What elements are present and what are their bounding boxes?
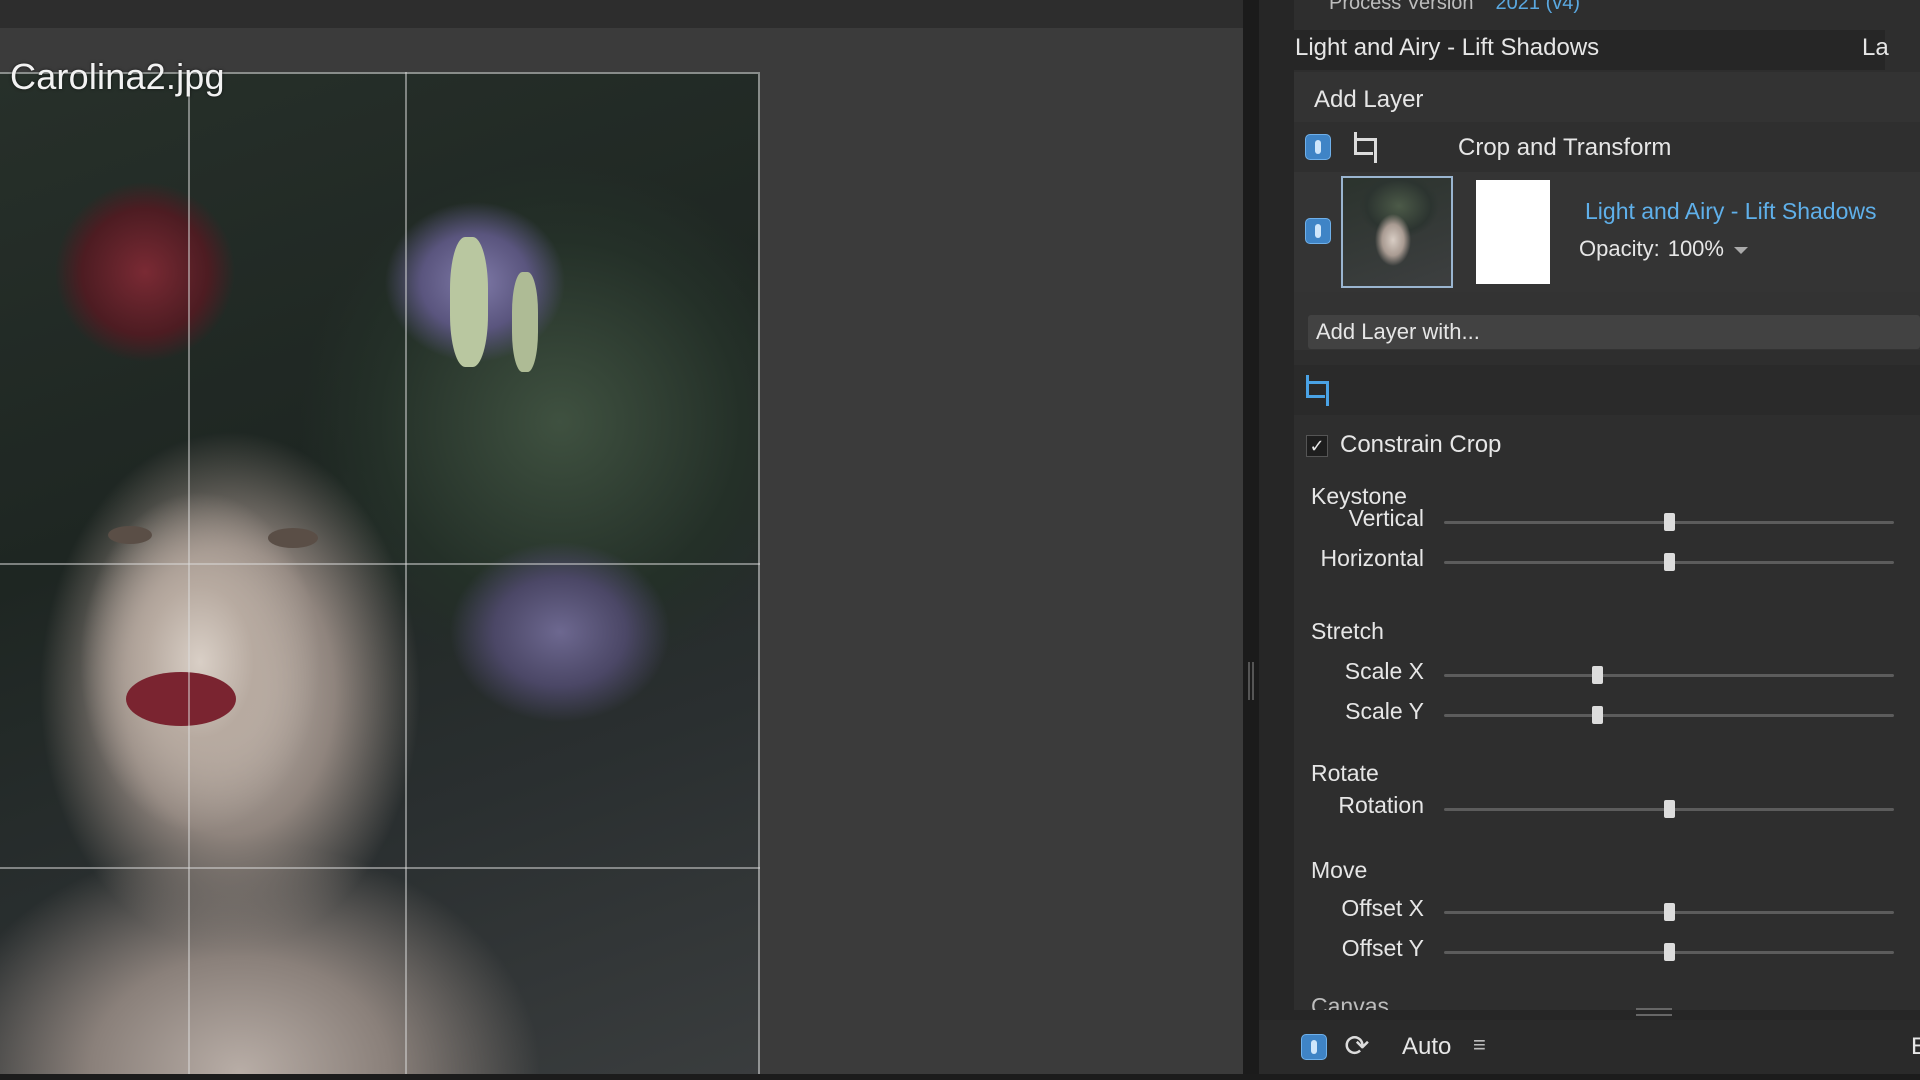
- constrain-crop-label: Constrain Crop: [1340, 431, 1502, 458]
- slider-track-offset-y[interactable]: [1444, 943, 1894, 961]
- layer-thumbnail[interactable]: [1341, 176, 1453, 288]
- auto-button[interactable]: Auto: [1402, 1033, 1451, 1061]
- slider-handle-scale-x[interactable]: [1592, 666, 1603, 684]
- viewer-top-bar: [0, 0, 1243, 28]
- crop-transform-controls: ✓ Constrain Crop Keystone Stretch Rotate…: [1294, 415, 1920, 1010]
- group-label-move: Move: [1311, 857, 1368, 883]
- panel-footer: ⟳ Auto ≡ E: [1259, 1020, 1920, 1074]
- splitter-grip-icon[interactable]: [1248, 662, 1254, 700]
- process-version-value[interactable]: 2021 (v4): [1496, 0, 1581, 14]
- slider-handle-horizontal[interactable]: [1664, 553, 1675, 571]
- adjustments-panel: Process Version 2021 (v4) Light and Airy …: [1259, 0, 1920, 1080]
- process-version-row[interactable]: Process Version 2021 (v4): [1329, 0, 1580, 15]
- slider-label-rotation: Rotation: [1338, 792, 1424, 818]
- image-filename: Carolina2.jpg: [10, 56, 225, 97]
- menu-icon[interactable]: ≡: [1473, 1032, 1486, 1058]
- panel-splitter[interactable]: [1243, 0, 1259, 1080]
- add-layer-with-label: Add Layer with...: [1316, 319, 1480, 344]
- photo-eye-right: [268, 528, 318, 548]
- slider-label-offset-x: Offset X: [1341, 895, 1424, 921]
- photo-eye-left: [108, 526, 152, 544]
- slider-handle-rotation[interactable]: [1664, 800, 1675, 818]
- slider-handle-scale-y[interactable]: [1592, 706, 1603, 724]
- photo-flower-bud-2: [512, 272, 538, 372]
- slider-label-offset-y: Offset Y: [1341, 935, 1424, 961]
- photo-flower-bud: [450, 237, 488, 367]
- footer-visibility-toggle[interactable]: [1301, 1034, 1327, 1060]
- slider-handle-vertical[interactable]: [1664, 513, 1675, 531]
- process-version-label: Process Version: [1329, 0, 1474, 14]
- layer-mask-thumbnail[interactable]: [1476, 180, 1550, 284]
- constrain-crop-checkbox[interactable]: ✓: [1306, 435, 1328, 457]
- opacity-control[interactable]: Opacity: 100%: [1579, 236, 1748, 262]
- add-layer-with-button[interactable]: Add Layer with...: [1308, 315, 1920, 349]
- slider-track-vertical[interactable]: [1444, 513, 1894, 531]
- footer-edge-label[interactable]: E: [1911, 1033, 1920, 1061]
- layer-row-crop[interactable]: Crop and Transform: [1294, 122, 1920, 172]
- layer-visibility-toggle[interactable]: [1305, 134, 1331, 160]
- slider-track-scale-y[interactable]: [1444, 706, 1894, 724]
- app-window: Carolina2.jpg Process Version 2021 (v4) L…: [0, 0, 1920, 1080]
- crop-grid-line: [405, 72, 407, 1080]
- crop-icon: [1348, 132, 1377, 163]
- image-viewer[interactable]: Carolina2.jpg: [0, 0, 1243, 1080]
- group-label-canvas: Canvas: [1311, 993, 1389, 1010]
- layers-section: Add Layer Crop and Transform Light and A…: [1294, 72, 1920, 350]
- tool-strip: [1294, 365, 1920, 415]
- refresh-icon[interactable]: ⟳: [1342, 1032, 1372, 1062]
- group-label-rotate: Rotate: [1311, 760, 1379, 786]
- resize-grip-icon[interactable]: [1636, 1008, 1672, 1016]
- slider-track-rotation[interactable]: [1444, 800, 1894, 818]
- group-label-stretch: Stretch: [1311, 618, 1384, 644]
- bottom-edge: [0, 1074, 1920, 1080]
- layer-visibility-toggle[interactable]: [1305, 218, 1331, 244]
- layer-row-preset[interactable]: Light and Airy - Lift Shadows Opacity: 10…: [1294, 172, 1920, 292]
- crop-grid-line: [188, 72, 190, 1080]
- layer-name-link[interactable]: Light and Airy - Lift Shadows: [1585, 198, 1877, 225]
- opacity-value[interactable]: 100%: [1668, 236, 1724, 261]
- preset-title: Light and Airy - Lift Shadows: [1295, 34, 1600, 61]
- panel-tab-peek[interactable]: La: [1862, 34, 1889, 62]
- opacity-label: Opacity:: [1579, 236, 1660, 261]
- slider-label-horizontal: Horizontal: [1320, 545, 1424, 571]
- photo-lips: [126, 672, 236, 726]
- slider-label-scale-y: Scale Y: [1345, 698, 1424, 724]
- slider-label-scale-x: Scale X: [1344, 658, 1424, 684]
- add-layer-button[interactable]: Add Layer: [1314, 86, 1423, 114]
- chevron-down-icon[interactable]: [1733, 246, 1748, 254]
- slider-label-vertical: Vertical: [1348, 505, 1424, 531]
- slider-handle-offset-y[interactable]: [1664, 943, 1675, 961]
- slider-handle-offset-x[interactable]: [1664, 903, 1675, 921]
- layer-label-crop: Crop and Transform: [1458, 134, 1672, 161]
- slider-track-scale-x[interactable]: [1444, 666, 1894, 684]
- slider-track-offset-x[interactable]: [1444, 903, 1894, 921]
- photo-canvas[interactable]: [0, 72, 760, 1080]
- crop-tool-icon[interactable]: [1300, 375, 1329, 406]
- crop-grid-line: [0, 867, 760, 869]
- slider-track-horizontal[interactable]: [1444, 553, 1894, 571]
- crop-grid-line: [0, 563, 760, 565]
